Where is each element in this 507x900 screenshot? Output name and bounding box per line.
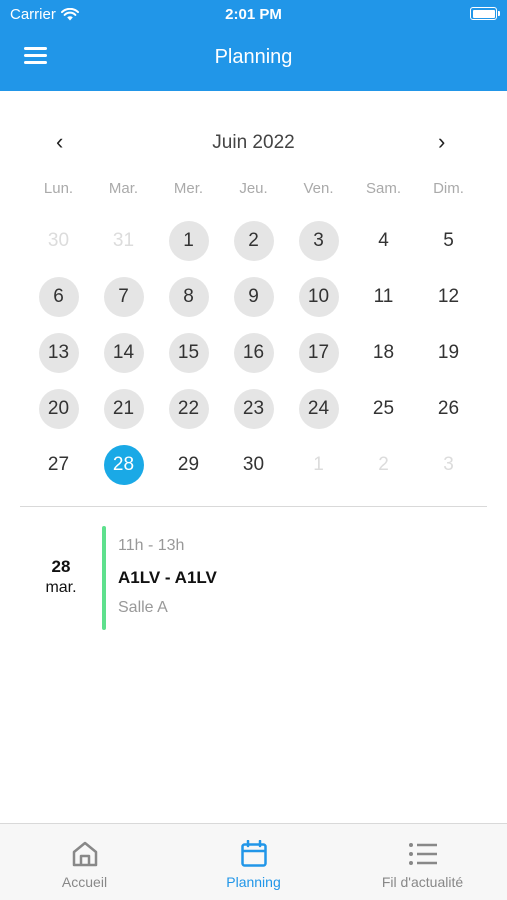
event-name: A1LV - A1LV <box>118 568 217 587</box>
status-time: 2:01 PM <box>225 6 282 23</box>
calendar-day[interactable]: 8 <box>156 269 221 325</box>
list-icon <box>408 843 437 865</box>
chevron-right-icon[interactable]: › <box>438 131 445 153</box>
calendar-day[interactable]: 7 <box>91 269 156 325</box>
calendar-week: 20 21 22 23 24 25 26 <box>26 381 481 437</box>
calendar-day[interactable]: 30 <box>221 437 286 493</box>
weekday-label: Sam. <box>365 180 401 197</box>
calendar-day[interactable]: 10 <box>286 269 351 325</box>
calendar-week: 13 14 15 16 17 18 19 <box>26 325 481 381</box>
tab-fil-actualite[interactable]: Fil d'actualité <box>338 824 507 900</box>
event-card[interactable]: 28 mar. 11h - 13h A1LV - A1LV Salle A <box>0 526 507 630</box>
weekday-label: Mer. <box>173 180 204 197</box>
divider <box>20 506 487 507</box>
calendar-day[interactable]: 20 <box>26 381 91 437</box>
calendar-day[interactable]: 18 <box>351 325 416 381</box>
calendar-day-selected[interactable]: 28 <box>91 437 156 493</box>
calendar-day[interactable]: 19 <box>416 325 481 381</box>
calendar-day[interactable]: 3 <box>416 437 481 493</box>
calendar-day[interactable]: 2 <box>351 437 416 493</box>
tab-bar: Accueil Planning Fil d'actualité <box>0 823 507 900</box>
month-label: Juin 2022 <box>212 132 295 153</box>
tab-label: Accueil <box>61 874 108 890</box>
calendar-day[interactable]: 12 <box>416 269 481 325</box>
status-bar: Carrier 2:01 PM <box>0 0 507 28</box>
calendar-week: 6 7 8 9 10 11 12 <box>26 269 481 325</box>
app-header: Carrier 2:01 PM Planning <box>0 0 507 91</box>
calendar-day[interactable]: 16 <box>221 325 286 381</box>
calendar-day[interactable]: 4 <box>351 213 416 269</box>
calendar-day[interactable]: 30 <box>26 213 91 269</box>
calendar-day[interactable]: 24 <box>286 381 351 437</box>
calendar-day[interactable]: 21 <box>91 381 156 437</box>
weekday-label: Dim. <box>433 180 464 197</box>
calendar-grid: 30 31 1 2 3 4 5 6 7 8 9 10 11 12 13 14 1… <box>26 213 481 493</box>
tab-label: Planning <box>226 874 281 890</box>
calendar-day[interactable]: 15 <box>156 325 221 381</box>
event-day-of-week: mar. <box>45 579 77 596</box>
weekday-label: Jeu. <box>239 180 268 197</box>
calendar-day[interactable]: 25 <box>351 381 416 437</box>
weekday-label: Lun. <box>43 180 74 197</box>
planning-content: ‹ Juin 2022 › Lun. Mar. Mer. Jeu. Ven. S… <box>0 91 507 823</box>
event-date: 28 mar. <box>24 557 98 597</box>
weekday-label: Mar. <box>108 180 139 197</box>
calendar-day[interactable]: 3 <box>286 213 351 269</box>
tab-accueil[interactable]: Accueil <box>0 824 169 900</box>
calendar-day[interactable]: 11 <box>351 269 416 325</box>
event-day-number: 28 <box>51 557 71 576</box>
calendar-icon <box>240 840 267 867</box>
calendar-day[interactable]: 27 <box>26 437 91 493</box>
calendar-day[interactable]: 13 <box>26 325 91 381</box>
calendar-day[interactable]: 26 <box>416 381 481 437</box>
weekday-header: Lun. Mar. Mer. Jeu. Ven. Sam. Dim. <box>26 180 481 197</box>
calendar-day[interactable]: 5 <box>416 213 481 269</box>
weekday-label: Ven. <box>303 180 334 197</box>
page-title: Planning <box>214 46 293 68</box>
calendar-day[interactable]: 22 <box>156 381 221 437</box>
month-navigation: ‹ Juin 2022 › <box>0 131 507 155</box>
calendar-day[interactable]: 14 <box>91 325 156 381</box>
calendar-day[interactable]: 31 <box>91 213 156 269</box>
calendar-day[interactable]: 1 <box>156 213 221 269</box>
calendar-day[interactable]: 1 <box>286 437 351 493</box>
calendar-day[interactable]: 23 <box>221 381 286 437</box>
calendar-week: 30 31 1 2 3 4 5 <box>26 213 481 269</box>
calendar-week: 27 28 29 30 1 2 3 <box>26 437 481 493</box>
battery-icon <box>470 7 500 20</box>
event-accent-bar <box>102 526 106 630</box>
calendar-day[interactable]: 2 <box>221 213 286 269</box>
calendar-day[interactable]: 29 <box>156 437 221 493</box>
calendar-day[interactable]: 17 <box>286 325 351 381</box>
calendar-day[interactable]: 6 <box>26 269 91 325</box>
calendar-day[interactable]: 9 <box>221 269 286 325</box>
event-time: 11h - 13h <box>118 537 185 554</box>
tab-planning[interactable]: Planning <box>169 824 338 900</box>
tab-label: Fil d'actualité <box>381 874 464 890</box>
event-room: Salle A <box>118 599 168 616</box>
home-icon <box>72 841 97 867</box>
